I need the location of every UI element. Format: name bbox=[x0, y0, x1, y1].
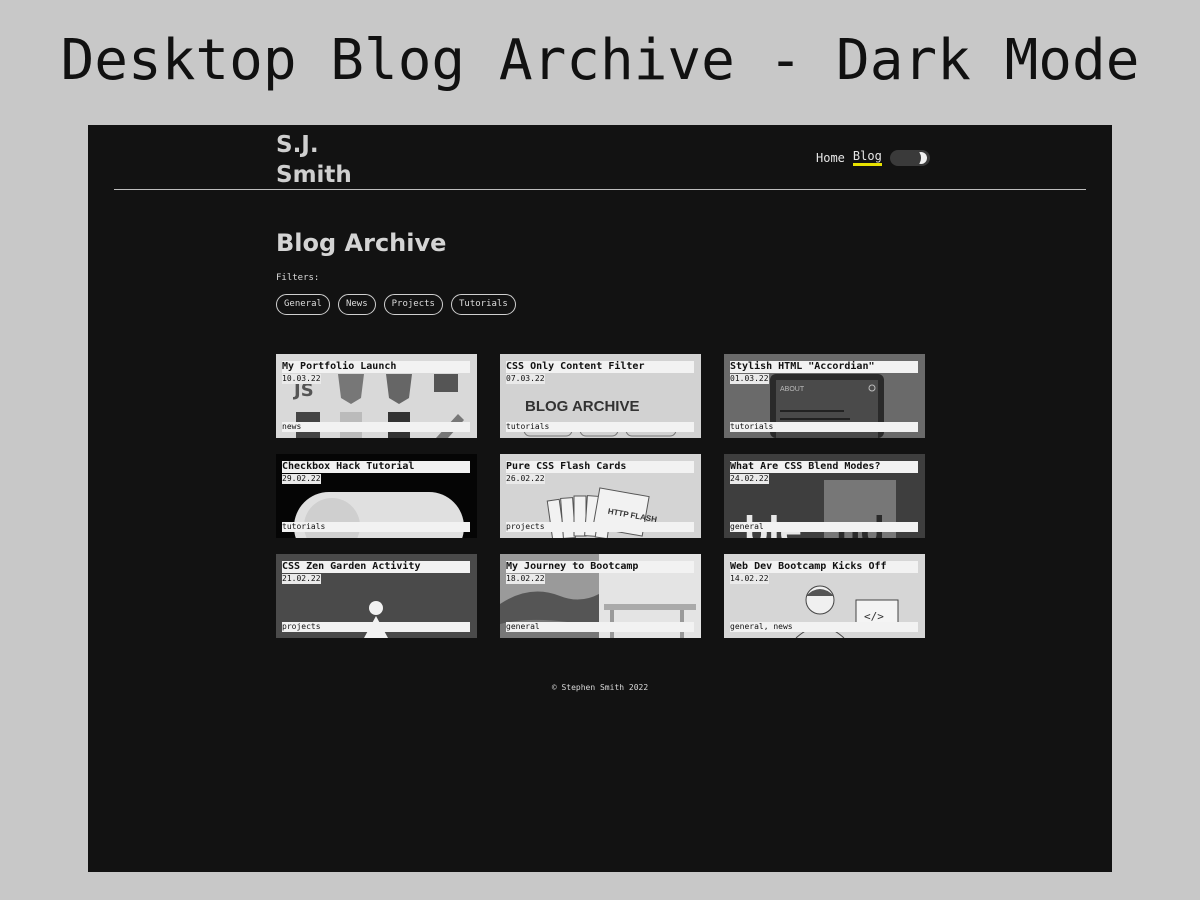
post-tags: general bbox=[730, 522, 918, 532]
theme-toggle[interactable] bbox=[889, 149, 930, 166]
post-card[interactable]: CSS Zen Garden Activity 21.02.22 project… bbox=[276, 554, 477, 638]
filter-chip-general[interactable]: General bbox=[276, 294, 330, 315]
nav-link-blog[interactable]: Blog bbox=[852, 149, 882, 166]
post-title[interactable]: Pure CSS Flash Cards bbox=[506, 461, 694, 473]
browser-viewport: S.J. Smith Home Blog Blog Archive Filter… bbox=[88, 125, 1112, 872]
post-title[interactable]: What Are CSS Blend Modes? bbox=[730, 461, 918, 473]
post-date: 24.02.22 bbox=[730, 474, 769, 484]
post-date: 21.02.22 bbox=[282, 574, 321, 584]
post-card[interactable]: HTTP FLASH Pure CSS Flash Cards 26.02.22… bbox=[500, 454, 701, 538]
thumb-text: ABOUT bbox=[780, 386, 805, 393]
nav-link-home[interactable]: Home bbox=[816, 151, 845, 165]
post-date: 01.03.22 bbox=[730, 374, 769, 384]
post-tags: news bbox=[282, 422, 470, 432]
filter-chip-tutorials[interactable]: Tutorials bbox=[450, 294, 516, 315]
post-tags: general, news bbox=[730, 622, 918, 632]
post-card[interactable]: BLOG ARCHIVE CSS Only Content Filter 07.… bbox=[500, 354, 701, 438]
logo-line-2: Smith bbox=[276, 162, 352, 188]
post-card[interactable]: JS My Portfolio Launch 10.03.22 news bbox=[276, 354, 477, 438]
post-card[interactable]: </> Web Dev Bootcamp Kicks Off 14.02.22 … bbox=[724, 554, 925, 638]
post-tags: projects bbox=[282, 622, 470, 632]
post-tags: tutorials bbox=[506, 422, 694, 432]
post-date: 10.03.22 bbox=[282, 374, 321, 384]
filter-chip-news[interactable]: News bbox=[337, 294, 376, 315]
post-title[interactable]: Stylish HTML "Accordian" bbox=[730, 361, 918, 373]
post-date: 26.02.22 bbox=[506, 474, 545, 484]
footer-copyright: © Stephen Smith 2022 bbox=[551, 683, 649, 692]
post-date: 29.02.22 bbox=[282, 474, 321, 484]
post-tags: tutorials bbox=[282, 522, 470, 532]
post-grid: JS My Portfolio Launch 10.03.22 news BLO… bbox=[276, 354, 925, 638]
post-title[interactable]: My Journey to Bootcamp bbox=[506, 561, 694, 573]
filter-chip-group: General News Projects Tutorials bbox=[276, 294, 524, 315]
post-date: 18.02.22 bbox=[506, 574, 545, 584]
thumb-text: BLOG ARCHIVE bbox=[525, 398, 639, 415]
post-tags: projects bbox=[506, 522, 694, 532]
post-card[interactable]: ABOUT Stylish HTML "Accordian" 01.03.22 … bbox=[724, 354, 925, 438]
post-card[interactable]: Checkbox Hack Tutorial 29.02.22 tutorial… bbox=[276, 454, 477, 538]
page-title: Blog Archive bbox=[276, 229, 447, 257]
filter-chip-projects[interactable]: Projects bbox=[383, 294, 443, 315]
moon-icon bbox=[911, 150, 927, 165]
screenshot-caption: Desktop Blog Archive - Dark Mode bbox=[60, 28, 1140, 93]
post-card[interactable]: ble nd What Are CSS Blend Modes? 24.02.2… bbox=[724, 454, 925, 538]
post-card[interactable]: My Journey to Bootcamp 18.02.22 general bbox=[500, 554, 701, 638]
filters-label: Filters: bbox=[276, 273, 320, 283]
post-title[interactable]: Checkbox Hack Tutorial bbox=[282, 461, 470, 473]
post-tags: tutorials bbox=[730, 422, 918, 432]
post-title[interactable]: My Portfolio Launch bbox=[282, 361, 470, 373]
site-logo[interactable]: S.J. Smith bbox=[276, 130, 352, 190]
post-date: 14.02.22 bbox=[730, 574, 769, 584]
post-date: 07.03.22 bbox=[506, 374, 545, 384]
post-title[interactable]: CSS Zen Garden Activity bbox=[282, 561, 470, 573]
logo-line-1: S.J. bbox=[276, 132, 319, 158]
post-title[interactable]: CSS Only Content Filter bbox=[506, 361, 694, 373]
post-tags: general bbox=[506, 622, 694, 632]
post-title[interactable]: Web Dev Bootcamp Kicks Off bbox=[730, 561, 918, 573]
header-divider bbox=[114, 189, 1086, 190]
main-nav: Home Blog bbox=[816, 149, 930, 166]
